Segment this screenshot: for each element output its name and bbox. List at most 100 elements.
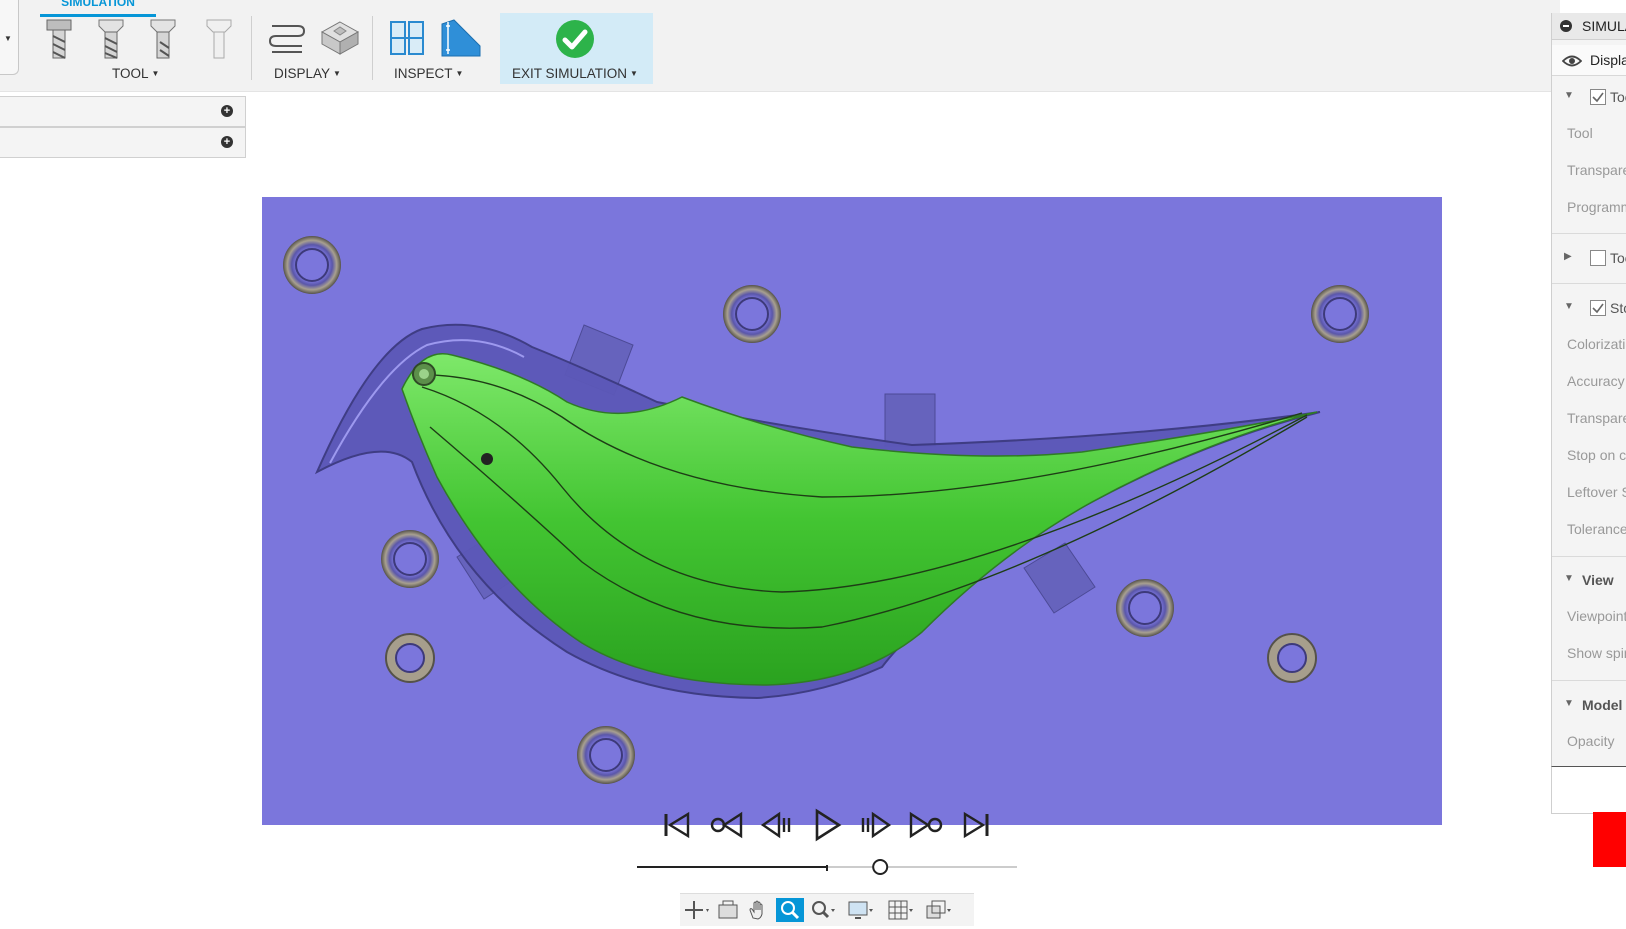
expand-arrow-icon: ▼ bbox=[1564, 573, 1574, 584]
measure-icon[interactable] bbox=[440, 18, 482, 58]
previous-operation-icon[interactable] bbox=[709, 808, 743, 842]
divider bbox=[1552, 283, 1626, 284]
divider bbox=[1552, 556, 1626, 557]
go-to-start-icon[interactable] bbox=[660, 808, 694, 842]
tolerance-row: Tolerance bbox=[1567, 521, 1626, 537]
collapsed-arrow-icon: ▶ bbox=[1564, 251, 1572, 262]
timeline-slider[interactable] bbox=[637, 858, 1017, 878]
exit-simulation-label: EXIT SIMULATION bbox=[512, 66, 628, 81]
panel-title: SIMULATION bbox=[1582, 18, 1626, 34]
browser-row[interactable]: + bbox=[0, 127, 246, 158]
simulation-panel: SIMULATION Display ▼ Tool Tool Transpare… bbox=[1551, 13, 1626, 813]
expand-plus-icon[interactable]: + bbox=[221, 136, 233, 148]
section-stock[interactable]: ▼ Stock bbox=[1552, 299, 1626, 319]
section-tool-label: Tool bbox=[1610, 89, 1626, 105]
browser-row[interactable]: + bbox=[0, 96, 246, 127]
section-toolpath-label: Toolpath bbox=[1610, 250, 1626, 266]
section-toolpath[interactable]: ▶ Toolpath bbox=[1552, 249, 1626, 269]
display-settings-icon[interactable] bbox=[846, 898, 874, 922]
caret-down-icon: ▼ bbox=[333, 69, 341, 78]
bull-nose-mill-icon[interactable] bbox=[96, 18, 126, 60]
section-stock-label: Stock bbox=[1610, 300, 1626, 316]
separator bbox=[251, 16, 252, 80]
separator bbox=[372, 16, 373, 80]
checkmark-icon bbox=[556, 20, 594, 58]
inspect-menu[interactable]: INSPECT ▼ bbox=[394, 66, 463, 81]
go-to-end-icon[interactable] bbox=[959, 808, 993, 842]
display-menu[interactable]: DISPLAY ▼ bbox=[274, 66, 341, 81]
pan-hand-icon[interactable] bbox=[744, 898, 772, 922]
expand-arrow-icon: ▼ bbox=[1564, 301, 1574, 312]
workspace-dropdown[interactable]: ▼ bbox=[0, 0, 19, 75]
transparent-row: Transparent bbox=[1567, 162, 1626, 178]
inspect-menu-label: INSPECT bbox=[394, 66, 453, 81]
next-operation-icon[interactable] bbox=[909, 808, 943, 842]
toolpath-checkbox[interactable] bbox=[1590, 250, 1606, 266]
stop-on-collision-row: Stop on collision bbox=[1567, 447, 1626, 463]
panel-header: SIMULATION bbox=[1552, 13, 1626, 40]
expand-arrow-icon: ▼ bbox=[1564, 698, 1574, 709]
collapse-icon[interactable] bbox=[1560, 20, 1572, 32]
step-forward-icon[interactable] bbox=[859, 808, 893, 842]
divider bbox=[1552, 233, 1626, 234]
caret-down-icon: ▼ bbox=[4, 34, 12, 43]
section-view[interactable]: ▼ View bbox=[1552, 571, 1626, 591]
caret-down-icon: ▼ bbox=[630, 69, 638, 78]
tool-tip-highlight bbox=[419, 369, 429, 379]
caret-down-icon: ▼ bbox=[455, 69, 464, 78]
accuracy-row: Accuracy bbox=[1567, 373, 1625, 389]
viewpoint-row: Viewpoint bbox=[1567, 608, 1626, 624]
panel-footer bbox=[1551, 766, 1626, 814]
probe-point-marker bbox=[481, 453, 493, 465]
grid-icon[interactable] bbox=[886, 898, 914, 922]
tool-menu-label: TOOL bbox=[112, 66, 149, 81]
zoom-window-icon[interactable] bbox=[808, 898, 836, 922]
exit-simulation-button[interactable]: EXIT SIMULATION ▼ bbox=[500, 13, 653, 84]
colorization-row: Colorization bbox=[1567, 336, 1626, 352]
zoom-button[interactable] bbox=[776, 898, 804, 922]
toolbar: ▼ SIMULATION TOOL ▼ DISPLAY ▼ INSPECT ▼ … bbox=[0, 0, 1560, 92]
section-model[interactable]: ▼ Model bbox=[1552, 696, 1626, 716]
stock-checkbox[interactable] bbox=[1590, 300, 1606, 316]
tab-simulation-label: SIMULATION bbox=[61, 0, 135, 9]
checkmark-icon bbox=[1592, 92, 1604, 103]
simulation-viewport[interactable] bbox=[262, 197, 1442, 825]
opacity-row: Opacity bbox=[1567, 733, 1615, 749]
section-model-label: Model bbox=[1582, 697, 1623, 713]
display-menu-label: DISPLAY bbox=[274, 66, 331, 81]
section-analysis-icon[interactable] bbox=[388, 18, 428, 58]
divider bbox=[1552, 680, 1626, 681]
exit-simulation-menu: EXIT SIMULATION ▼ bbox=[512, 66, 638, 81]
toolpath-lines-icon[interactable] bbox=[268, 20, 306, 56]
tab-display-label: Display bbox=[1590, 52, 1626, 68]
stock-transparent-row: Transparent bbox=[1567, 410, 1626, 426]
stock-display-icon[interactable] bbox=[320, 18, 360, 58]
ball-end-mill-icon[interactable] bbox=[148, 18, 178, 60]
tool-checkbox[interactable] bbox=[1590, 89, 1606, 105]
section-view-label: View bbox=[1582, 572, 1614, 588]
holder-icon[interactable] bbox=[204, 18, 234, 60]
look-at-icon[interactable] bbox=[714, 898, 742, 922]
expand-plus-icon[interactable]: + bbox=[221, 105, 233, 117]
tool-row: Tool bbox=[1567, 125, 1593, 141]
orbit-icon[interactable] bbox=[682, 898, 710, 922]
step-back-icon[interactable] bbox=[759, 808, 793, 842]
red-marker bbox=[1593, 812, 1626, 867]
viewports-icon[interactable] bbox=[924, 898, 952, 922]
section-tool[interactable]: ▼ Tool bbox=[1552, 88, 1626, 108]
programmed-row: Programmed bbox=[1567, 199, 1626, 215]
show-spindle-row: Show spindle bbox=[1567, 645, 1626, 661]
timeline-slider-thumb[interactable] bbox=[872, 859, 889, 875]
leftover-stock-row: Leftover Stock bbox=[1567, 484, 1626, 500]
tab-display[interactable]: Display bbox=[1552, 45, 1626, 76]
tab-simulation[interactable]: SIMULATION bbox=[40, 0, 156, 17]
checkmark-icon bbox=[1592, 303, 1604, 314]
navigation-bar bbox=[680, 893, 974, 926]
play-icon[interactable] bbox=[809, 808, 843, 842]
tool-menu[interactable]: TOOL ▼ bbox=[112, 66, 159, 81]
flat-end-mill-icon[interactable] bbox=[44, 18, 74, 60]
expand-arrow-icon: ▼ bbox=[1564, 90, 1574, 101]
caret-down-icon: ▼ bbox=[151, 69, 160, 78]
eye-icon bbox=[1562, 55, 1582, 67]
zoom-icon bbox=[781, 901, 800, 920]
